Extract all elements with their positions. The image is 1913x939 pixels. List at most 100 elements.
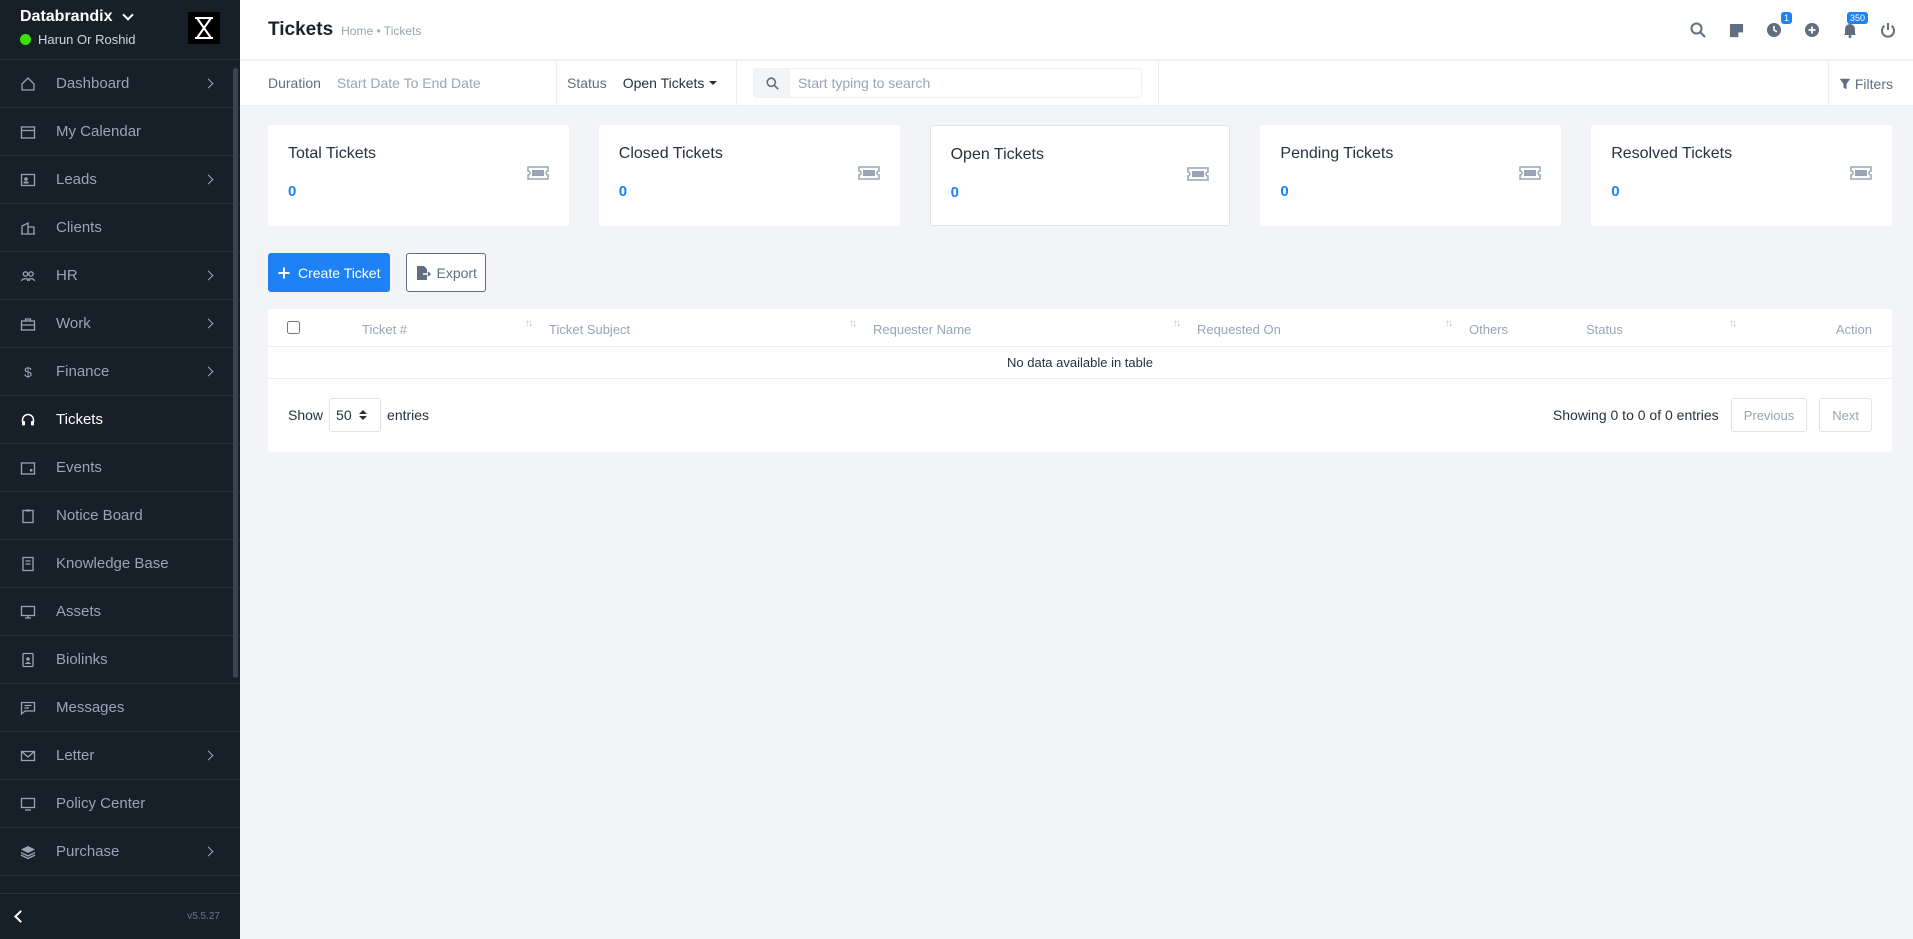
column-header-status[interactable]: Status [1586, 322, 1623, 337]
chevron-right-icon [203, 366, 214, 377]
page-title: Tickets [268, 18, 334, 40]
top-header: Tickets Home • Tickets 1 350 [240, 0, 1913, 60]
create-ticket-button[interactable]: Create Ticket [268, 253, 391, 292]
sort-icon: ↑↓ [1173, 318, 1181, 329]
sidebar-item-finance[interactable]: $ Finance [0, 348, 240, 396]
search-input[interactable] [790, 75, 1130, 91]
app-logo[interactable] [188, 12, 220, 44]
sidebar-item-purchase[interactable]: Purchase [0, 828, 240, 876]
chevron-right-icon [203, 318, 214, 329]
stat-card-total[interactable]: Total Tickets 0 [268, 125, 569, 226]
sidebar-item-label: My Calendar [56, 123, 142, 140]
sticky-note-icon[interactable] [1727, 21, 1745, 39]
show-label: Show [288, 407, 324, 423]
chevron-right-icon [203, 750, 214, 761]
sidebar-item-label: Leads [56, 171, 97, 188]
sidebar-item-my-calendar[interactable]: My Calendar [0, 108, 240, 156]
sidebar-item-assets[interactable]: Assets [0, 588, 240, 636]
sidebar-footer: v5.5.27 [0, 893, 240, 939]
column-header-action: Action [1835, 322, 1872, 337]
sidebar-item-label: Messages [56, 699, 125, 716]
sidebar-item-dashboard[interactable]: Dashboard [0, 60, 240, 108]
clipboard-icon [20, 508, 36, 524]
search-box [753, 68, 1142, 98]
stat-card-title: Resolved Tickets [1611, 145, 1733, 162]
filters-button-label: Filters [1854, 75, 1893, 92]
sidebar-item-clients[interactable]: Clients [0, 204, 240, 252]
building-icon [20, 220, 36, 236]
status-filter[interactable]: Status Open Tickets [557, 60, 737, 106]
search-icon [754, 69, 790, 97]
table-footer: Show 50 entries Showing 0 to 0 of 0 entr… [268, 379, 1892, 451]
file-export-icon [417, 265, 432, 280]
sidebar-item-policy-center[interactable]: Policy Center [0, 780, 240, 828]
journal-icon [20, 556, 36, 572]
select-all-checkbox[interactable] [287, 321, 300, 334]
sort-icon: ↑↓ [849, 318, 857, 329]
search-icon[interactable] [1689, 21, 1707, 39]
export-label: Export [436, 264, 477, 281]
column-header-ticket-subject[interactable]: Ticket Subject [549, 322, 630, 337]
column-header-requester-name[interactable]: Requester Name [873, 322, 971, 337]
chevron-right-icon [203, 846, 214, 857]
date-range-field[interactable]: Start Date To End Date [337, 75, 481, 91]
duration-filter[interactable]: Duration Start Date To End Date [240, 60, 557, 106]
ticket-icon [527, 165, 549, 184]
column-header-ticket-number[interactable]: Ticket # [362, 322, 407, 337]
next-page-button[interactable]: Next [1819, 398, 1872, 432]
monitor-icon [20, 796, 36, 812]
page-length-value: 50 [336, 407, 352, 423]
sidebar-item-messages[interactable]: Messages [0, 684, 240, 732]
sidebar-scrollbar[interactable] [233, 68, 238, 678]
status-label: Status [567, 75, 607, 91]
chevron-right-icon [203, 270, 214, 281]
status-dropdown[interactable]: Open Tickets [623, 75, 718, 91]
sidebar-item-label: Notice Board [56, 507, 143, 524]
sidebar-item-notice-board[interactable]: Notice Board [0, 492, 240, 540]
funnel-icon [1839, 78, 1851, 89]
sidebar-menu: Dashboard My Calendar Leads Clients HR W… [0, 60, 240, 876]
sidebar-item-letter[interactable]: Letter [0, 732, 240, 780]
app-version: v5.5.27 [187, 911, 220, 922]
page-length-select[interactable]: 50 [329, 398, 382, 432]
collapse-sidebar-icon[interactable] [14, 910, 27, 923]
search-filter [737, 60, 1159, 106]
sort-icon: ↑↓ [525, 318, 533, 329]
stat-card-closed[interactable]: Closed Tickets 0 [598, 125, 900, 226]
stat-card-value: 0 [618, 183, 628, 200]
chevron-down-icon [122, 9, 135, 21]
clock-icon[interactable]: 1 [1765, 12, 1792, 39]
stat-card-open[interactable]: Open Tickets 0 [929, 125, 1231, 226]
sidebar-item-hr[interactable]: HR [0, 252, 240, 300]
column-header-requested-on[interactable]: Requested On [1197, 322, 1281, 337]
plus-icon [278, 267, 290, 278]
sidebar-item-tickets[interactable]: Tickets [0, 396, 240, 444]
table-info: Showing 0 to 0 of 0 entries [1552, 407, 1719, 423]
people-icon [20, 268, 36, 284]
stat-card-resolved[interactable]: Resolved Tickets 0 [1591, 125, 1892, 226]
timer-badge: 1 [1780, 12, 1792, 24]
filters-button[interactable]: Filters [1827, 61, 1913, 106]
dollar-icon: $ [24, 363, 32, 380]
sidebar-item-knowledge-base[interactable]: Knowledge Base [0, 540, 240, 588]
sidebar-item-label: Knowledge Base [56, 555, 169, 572]
user-name: Harun Or Roshid [38, 32, 136, 47]
previous-page-button[interactable]: Previous [1730, 398, 1808, 432]
sidebar-item-leads[interactable]: Leads [0, 156, 240, 204]
bell-icon[interactable]: 350 [1841, 12, 1868, 39]
sidebar-item-label: Policy Center [56, 795, 146, 812]
filter-bar: Duration Start Date To End Date Status O… [240, 60, 1913, 106]
sidebar: Databrandix Harun Or Roshid Dashboard My… [0, 0, 240, 939]
table-header: Ticket # ↑↓ Ticket Subject ↑↓ Requester … [268, 309, 1892, 347]
stat-card-pending[interactable]: Pending Tickets 0 [1260, 125, 1562, 226]
sidebar-item-work[interactable]: Work [0, 300, 240, 348]
sidebar-item-biolinks[interactable]: Biolinks [0, 636, 240, 684]
briefcase-icon [20, 316, 36, 332]
plus-circle-icon[interactable] [1803, 21, 1821, 39]
sidebar-item-events[interactable]: Events [0, 444, 240, 492]
export-button[interactable]: Export [406, 253, 486, 292]
sidebar-item-label: Assets [56, 603, 102, 620]
stat-card-title: Open Tickets [950, 146, 1044, 163]
power-icon[interactable] [1879, 21, 1897, 39]
person-badge-icon [20, 652, 36, 668]
